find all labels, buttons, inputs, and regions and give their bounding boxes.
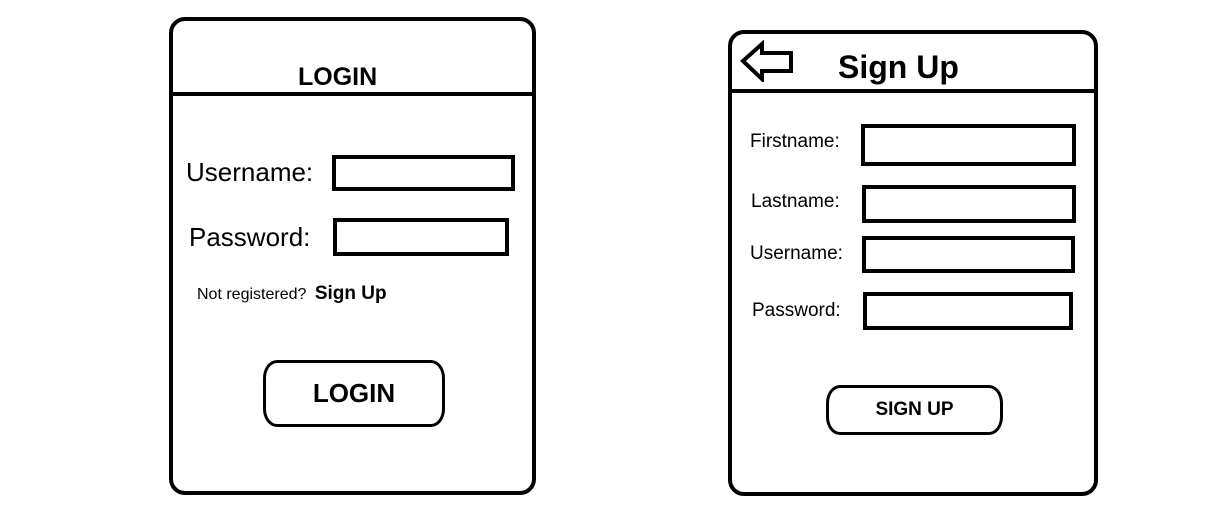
firstname-label: Firstname: bbox=[750, 131, 840, 152]
login-username-input[interactable] bbox=[332, 155, 515, 191]
not-registered-row: Not registered? Sign Up bbox=[197, 283, 387, 305]
not-registered-text: Not registered? bbox=[197, 286, 307, 303]
login-button[interactable]: LOGIN bbox=[263, 360, 445, 427]
lastname-label: Lastname: bbox=[751, 191, 840, 212]
signup-password-input[interactable] bbox=[863, 292, 1073, 330]
login-password-input[interactable] bbox=[333, 218, 509, 256]
login-title: LOGIN bbox=[298, 63, 378, 91]
signup-button[interactable]: SIGN UP bbox=[826, 385, 1003, 435]
signup-password-label: Password: bbox=[752, 300, 841, 321]
login-password-label: Password: bbox=[189, 222, 311, 252]
signup-link[interactable]: Sign Up bbox=[315, 283, 387, 304]
login-username-label: Username: bbox=[186, 157, 314, 187]
back-arrow-icon[interactable] bbox=[740, 40, 796, 82]
signup-header-divider bbox=[730, 89, 1098, 93]
signup-username-input[interactable] bbox=[862, 236, 1075, 273]
lastname-input[interactable] bbox=[862, 185, 1076, 223]
firstname-input[interactable] bbox=[861, 124, 1076, 166]
login-header-divider bbox=[171, 92, 534, 96]
signup-username-label: Username: bbox=[750, 243, 843, 264]
signup-title: Sign Up bbox=[838, 49, 959, 85]
